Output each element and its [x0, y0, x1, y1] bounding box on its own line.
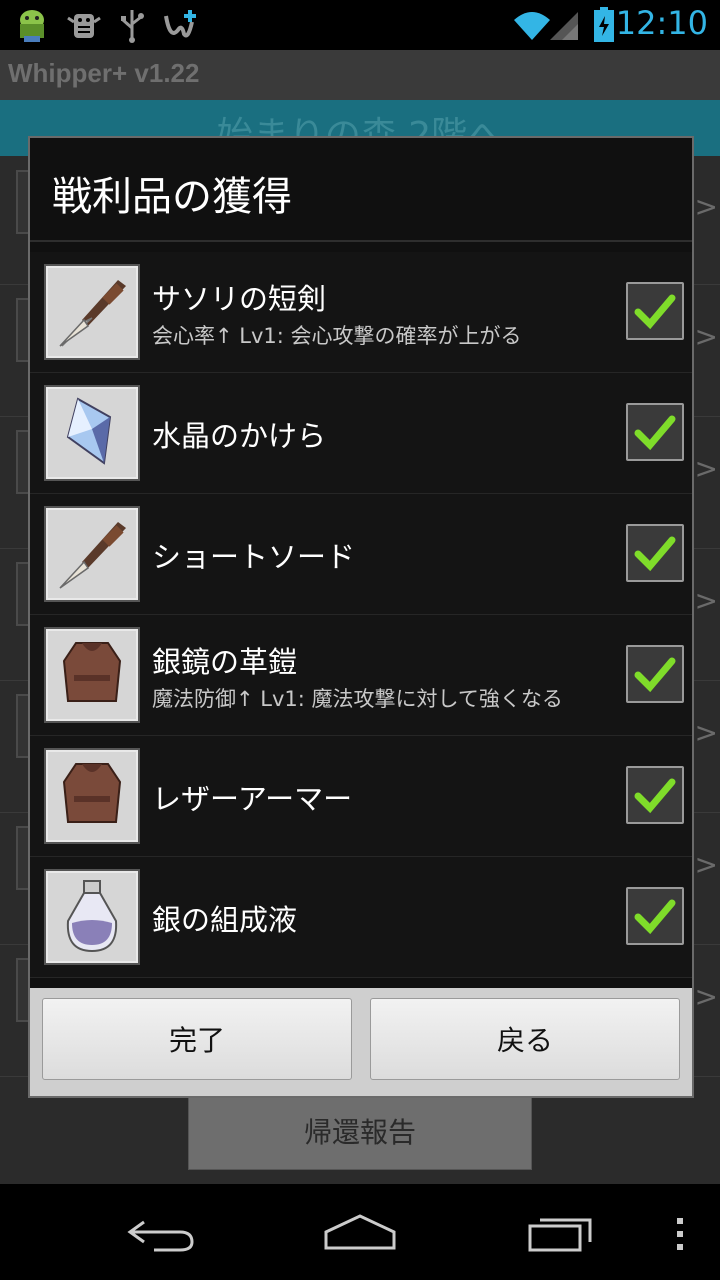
item-checkbox[interactable]: [626, 887, 684, 945]
recent-apps-icon[interactable]: [526, 1210, 596, 1254]
item-checkbox[interactable]: [626, 282, 684, 340]
signal-icon: [550, 12, 578, 40]
wifi-icon: [514, 12, 550, 40]
battery-charging-icon: [594, 7, 614, 42]
item-description: 会心率↑ Lv1: 会心攻撃の確率が上がる: [152, 324, 522, 348]
checkmark-icon: [634, 657, 676, 693]
done-button[interactable]: 完了: [42, 998, 352, 1080]
item-checkbox[interactable]: [626, 524, 684, 582]
checkmark-icon: [634, 415, 676, 451]
dagger-icon: [46, 266, 138, 358]
return-report-button[interactable]: 帰還報告: [188, 1092, 532, 1170]
dialog-button-bar: 完了 戻る: [30, 988, 692, 1096]
item-name: サソリの短剣: [152, 282, 327, 316]
status-time: 12:10: [615, 4, 708, 42]
loot-item[interactable]: サソリの短剣 会心率↑ Lv1: 会心攻撃の確率が上がる: [30, 252, 692, 373]
app-title: Whipper+ v1.22: [8, 58, 200, 88]
loot-item[interactable]: 銀の組成液: [30, 857, 692, 978]
home-icon[interactable]: [322, 1212, 398, 1252]
chevron-right-icon: >: [694, 452, 718, 485]
item-name: 水晶のかけら: [152, 419, 327, 453]
app-notification-icon: [164, 10, 196, 38]
item-name: ショートソード: [152, 540, 356, 574]
usb-icon: [121, 10, 144, 43]
debug-icon: [67, 14, 101, 38]
loot-dialog: 戦利品の獲得 サソリの短剣 会心率↑ Lv1: 会心攻撃の確率が上がる 水晶のか…: [28, 136, 694, 1098]
chevron-right-icon: >: [694, 320, 718, 353]
checkmark-icon: [634, 294, 676, 330]
app-action-bar: Whipper+ v1.22: [0, 50, 720, 100]
loot-item[interactable]: 水晶のかけら: [30, 373, 692, 494]
item-description: 魔法防御↑ Lv1: 魔法攻撃に対して強くなる: [152, 687, 563, 711]
leather-armor-icon: [46, 750, 138, 842]
item-checkbox[interactable]: [626, 403, 684, 461]
item-name: 銀鏡の革鎧: [152, 645, 298, 679]
dialog-title: 戦利品の獲得: [52, 174, 292, 220]
android-icon: [20, 10, 44, 42]
item-checkbox[interactable]: [626, 766, 684, 824]
status-bar: 12:10: [0, 0, 720, 50]
chevron-right-icon: >: [694, 848, 718, 881]
item-name: 銀の組成液: [152, 903, 298, 937]
chevron-right-icon: >: [694, 716, 718, 749]
potion-icon: [46, 871, 138, 963]
item-name: レザーアーマー: [152, 782, 353, 816]
leather-armor-icon: [46, 629, 138, 721]
checkmark-icon: [634, 778, 676, 814]
menu-icon[interactable]: [672, 1214, 688, 1254]
chevron-right-icon: >: [694, 584, 718, 617]
chevron-right-icon: >: [694, 980, 718, 1013]
item-checkbox[interactable]: [626, 645, 684, 703]
loot-list[interactable]: サソリの短剣 会心率↑ Lv1: 会心攻撃の確率が上がる 水晶のかけら ショート…: [30, 252, 692, 980]
back-icon[interactable]: [124, 1212, 196, 1252]
checkmark-icon: [634, 536, 676, 572]
loot-item[interactable]: 銀鏡の革鎧 魔法防御↑ Lv1: 魔法攻撃に対して強くなる: [30, 615, 692, 736]
loot-item[interactable]: レザーアーマー: [30, 736, 692, 857]
back-button[interactable]: 戻る: [370, 998, 680, 1080]
navigation-bar: [0, 1184, 720, 1280]
chevron-right-icon: >: [694, 190, 718, 223]
loot-item[interactable]: ショートソード: [30, 494, 692, 615]
dialog-divider: [30, 240, 692, 242]
crystal-icon: [46, 387, 138, 479]
short-sword-icon: [46, 508, 138, 600]
checkmark-icon: [634, 899, 676, 935]
